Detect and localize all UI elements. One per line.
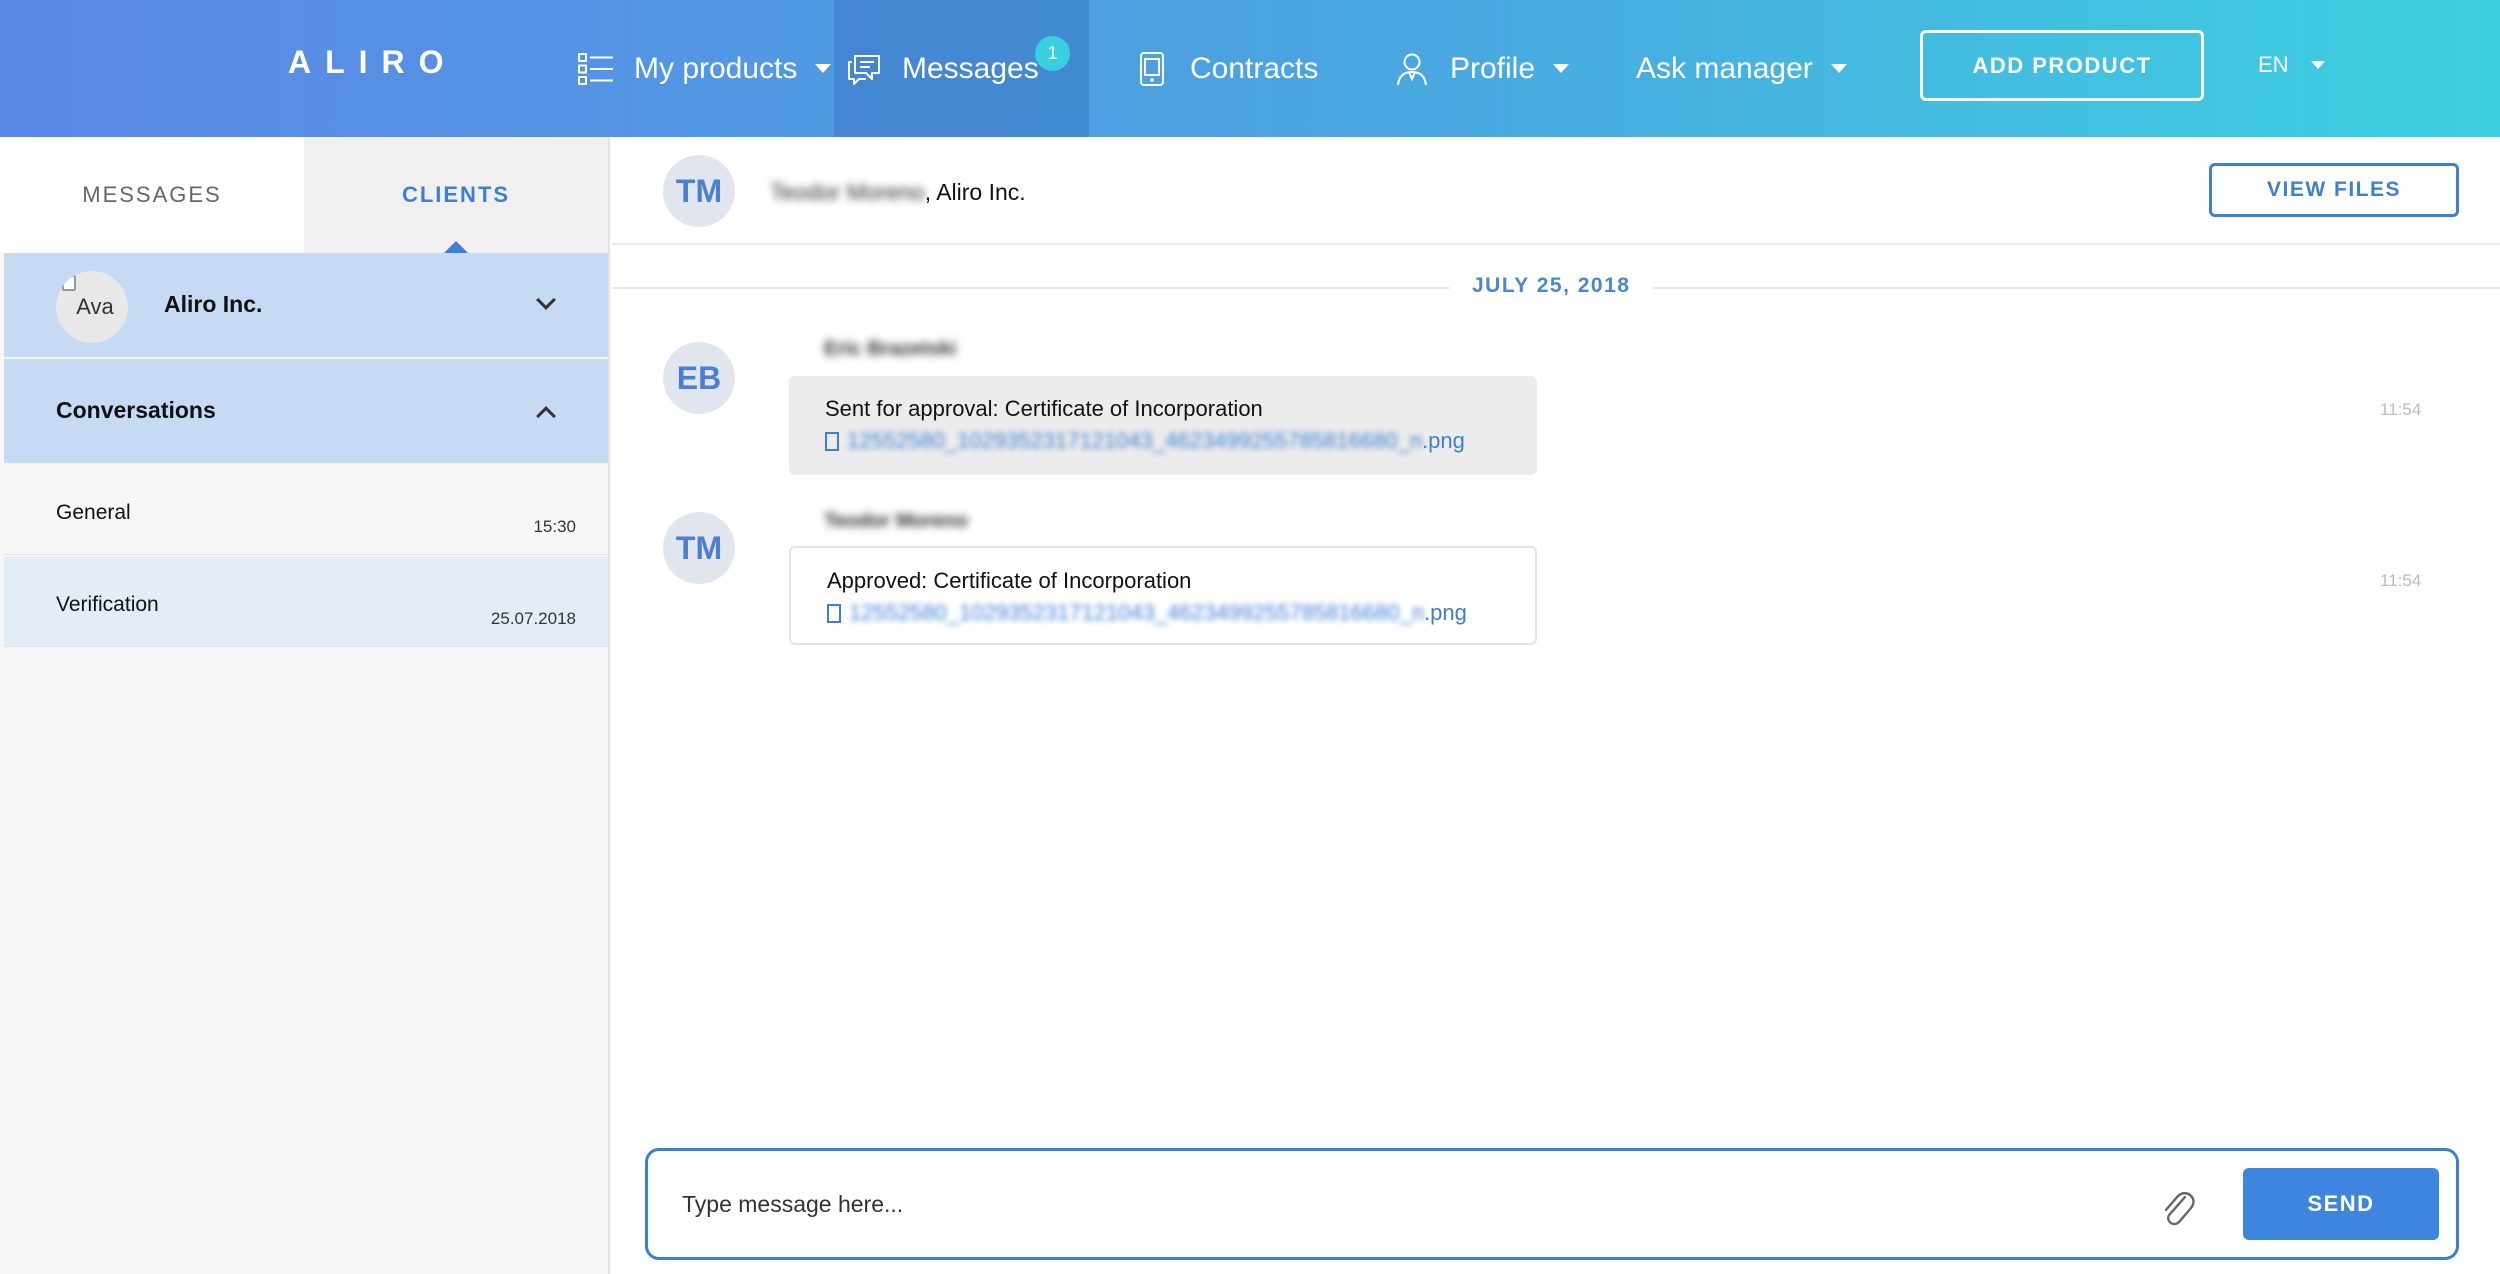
message-composer: SEND [645,1148,2459,1260]
language-selector[interactable]: EN [2258,52,2325,78]
message-bubble: Sent for approval: Certificate of Incorp… [789,376,1537,475]
unread-count-badge: 1 [1035,36,1070,71]
message-text: Approved: Certificate of Incorporation [827,568,1192,593]
message-time: 11:54 [2380,400,2422,419]
participant-company: , Aliro Inc. [924,179,1026,205]
file-icon [827,603,841,623]
message-input[interactable] [682,1181,2082,1227]
nav-my-products[interactable]: My products [578,0,832,137]
attachment-name: 12552580_1029352317121043_46234992557858… [847,428,1423,453]
avatar: Ava [56,271,128,343]
send-button[interactable]: SEND [2243,1168,2439,1240]
message-text: Sent for approval: Certificate of Incorp… [825,396,1263,421]
chevron-down-icon [2310,61,2325,69]
tab-clients[interactable]: CLIENTS [304,137,608,253]
avatar-alt-text: Ava [76,294,114,319]
client-name: Aliro Inc. [164,291,263,317]
conversation-time: 25.07.2018 [490,609,576,628]
conversation-item-general[interactable]: General 15:30 [4,465,608,555]
client-row-aliro[interactable]: Ava Aliro Inc. [4,253,608,357]
nav-my-products-label: My products [634,51,798,85]
file-icon [825,431,839,451]
sender-name: Eric Brazetski [824,338,957,360]
nav-messages-label: Messages [902,51,1039,85]
view-files-button[interactable]: VIEW FILES [2209,163,2459,217]
attachment-name: 12552580_1029352317121043_46234992557858… [849,600,1425,625]
tab-messages-label: MESSAGES [82,182,222,207]
sender-avatar: TM [663,512,735,584]
active-tab-indicator [444,241,468,253]
broken-image-icon [62,275,76,291]
sender-avatar: EB [663,342,735,414]
language-label: EN [2258,52,2289,77]
nav-profile-label: Profile [1450,51,1536,85]
nav-ask-manager[interactable]: Ask manager [1636,0,1847,137]
aliro-logo[interactable]: ALIRO [288,44,458,81]
paperclip-icon[interactable] [2158,1185,2198,1229]
contract-device-icon [1140,51,1164,86]
chevron-down-icon [1553,64,1570,73]
participant-avatar: TM [663,155,735,227]
attachment-link[interactable]: 12552580_1029352317121043_46234992557858… [827,600,1467,626]
date-label: JULY 25, 2018 [1450,274,1653,298]
participant-name: Teodor Moreno [770,179,925,205]
top-navigation-bar: ALIRO My products Messages 1 Contracts P… [0,0,2500,137]
message-bubble: Approved: Certificate of Incorporation 1… [789,546,1537,645]
tab-clients-label: CLIENTS [401,182,511,207]
conversation-name: General [56,501,131,524]
nav-contracts[interactable]: Contracts [1134,0,1318,137]
chevron-up-icon[interactable] [536,406,556,426]
attachment-extension: .png [1424,600,1467,625]
add-product-button[interactable]: ADD PRODUCT [1920,30,2204,101]
conversations-header[interactable]: Conversations [4,359,608,463]
chat-title: Teodor Moreno, Aliro Inc. [770,179,1026,206]
attachment-extension: .png [1422,428,1465,453]
chevron-down-icon [1830,64,1847,73]
conversation-name: Verification [56,593,159,616]
chat-header: TM Teodor Moreno, Aliro Inc. VIEW FILES [612,137,2500,245]
attachment-link[interactable]: 12552580_1029352317121043_46234992557858… [825,428,1465,454]
sidebar: MESSAGES CLIENTS Ava Aliro Inc. Conversa… [0,137,610,1274]
tab-messages[interactable]: MESSAGES [0,137,304,253]
chevron-down-icon [815,64,832,73]
message-time: 11:54 [2380,571,2422,590]
nav-messages[interactable]: Messages 1 [834,0,1089,137]
nav-ask-manager-label: Ask manager [1636,51,1813,85]
nav-profile[interactable]: Profile [1394,0,1570,137]
conversation-item-verification[interactable]: Verification 25.07.2018 [4,557,608,647]
nav-contracts-label: Contracts [1190,51,1319,85]
user-icon [1397,53,1427,85]
chevron-down-icon[interactable] [536,290,556,310]
sidebar-tabs: MESSAGES CLIENTS [0,137,608,253]
chat-bubbles-icon [848,54,880,85]
list-icon [578,52,613,85]
sender-name: Teodor Moreno [824,510,969,532]
conversations-label: Conversations [56,397,216,423]
conversation-time: 15:30 [533,517,576,536]
